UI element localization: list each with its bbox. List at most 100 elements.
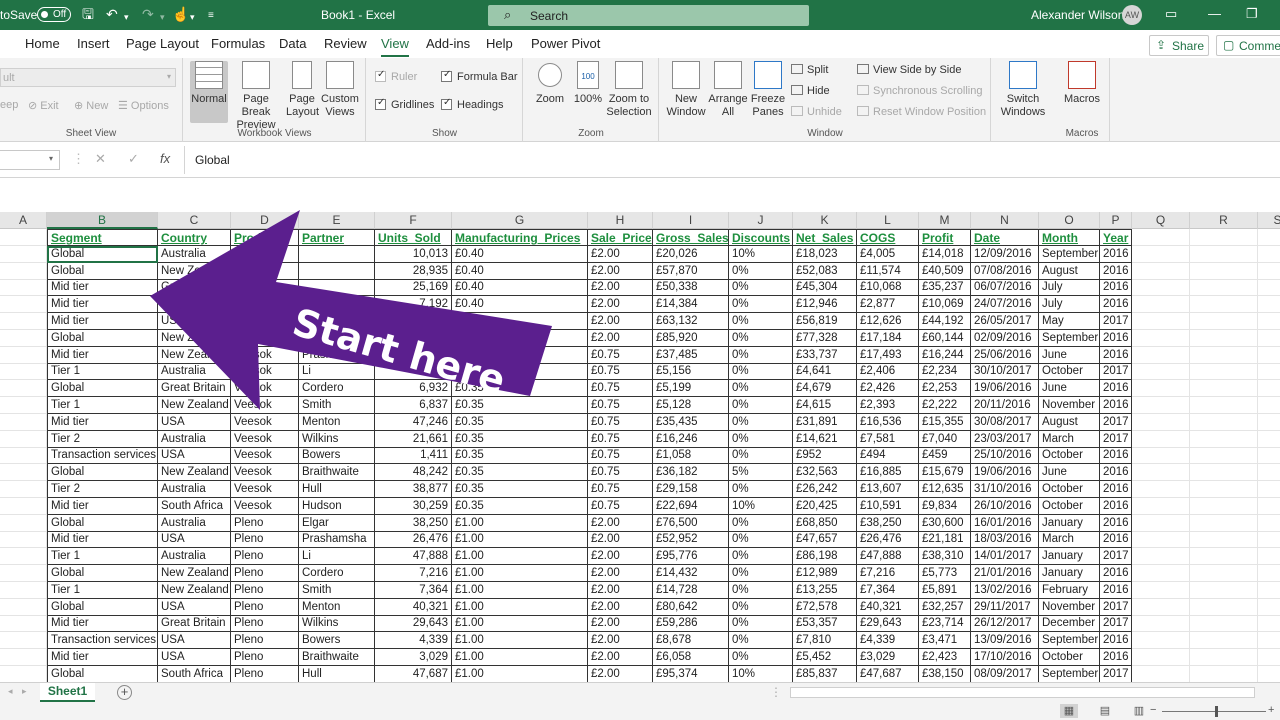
table-cell[interactable]: New Zealand — [158, 296, 231, 314]
table-cell[interactable]: 3,029 — [375, 649, 452, 666]
cell[interactable] — [1258, 313, 1280, 330]
table-cell[interactable]: 0% — [729, 565, 793, 582]
table-cell[interactable]: October — [1039, 363, 1100, 381]
drag-handle-icon[interactable]: ⋮ — [72, 151, 85, 167]
table-cell[interactable]: Mid tier — [47, 296, 158, 314]
column-title[interactable]: Year — [1100, 229, 1132, 246]
cell[interactable] — [1258, 414, 1280, 431]
cell[interactable] — [0, 430, 47, 448]
table-cell[interactable]: £53,357 — [793, 615, 857, 633]
cell[interactable] — [1190, 380, 1258, 398]
table-cell[interactable]: 02/09/2016 — [971, 329, 1039, 347]
table-cell[interactable]: 28,935 — [375, 262, 452, 280]
table-cell[interactable]: £16,536 — [857, 413, 919, 431]
tab-page-layout[interactable]: Page Layout — [126, 36, 199, 51]
table-cell[interactable]: £0.75 — [588, 413, 653, 431]
cell[interactable] — [1132, 598, 1190, 616]
table-cell[interactable]: £47,687 — [857, 665, 919, 682]
table-cell[interactable]: £2.00 — [588, 665, 653, 682]
table-cell[interactable]: £2.00 — [588, 329, 653, 347]
table-cell[interactable]: £1.00 — [452, 649, 588, 666]
tab-help[interactable]: Help — [486, 36, 513, 51]
cell[interactable] — [1132, 413, 1190, 431]
table-cell[interactable]: £14,384 — [653, 296, 729, 314]
table-cell[interactable]: £7,216 — [857, 565, 919, 582]
table-cell[interactable]: £0.75 — [588, 430, 653, 448]
table-cell[interactable]: £12,946 — [793, 296, 857, 314]
table-cell[interactable]: February — [1039, 581, 1100, 599]
cell[interactable] — [1258, 599, 1280, 616]
table-cell[interactable]: 2016 — [1100, 565, 1132, 582]
column-header-k[interactable]: K — [793, 212, 857, 229]
table-cell[interactable]: 21,661 — [375, 430, 452, 448]
enter-icon[interactable]: ✓ — [128, 151, 139, 167]
normal-view-button[interactable]: Normal — [190, 61, 228, 123]
table-cell[interactable]: 29,643 — [375, 615, 452, 633]
cell[interactable] — [1132, 464, 1190, 482]
column-header-d[interactable]: D — [231, 212, 299, 229]
cell[interactable] — [0, 665, 47, 682]
table-cell[interactable]: November — [1039, 397, 1100, 414]
cell[interactable] — [1258, 263, 1280, 280]
table-cell[interactable]: 13/02/2016 — [971, 581, 1039, 599]
table-cell[interactable]: £2.00 — [588, 296, 653, 314]
table-cell[interactable]: £10,591 — [857, 497, 919, 515]
cell[interactable] — [0, 380, 47, 398]
table-cell[interactable]: £12,635 — [919, 481, 971, 498]
column-header-h[interactable]: H — [588, 212, 653, 229]
sheet-tab[interactable]: Sheet1 — [40, 683, 95, 702]
table-cell[interactable]: Pleno — [231, 649, 299, 666]
cell[interactable] — [1132, 581, 1190, 599]
cell[interactable] — [1258, 279, 1280, 297]
table-cell[interactable]: 0% — [729, 481, 793, 498]
table-cell[interactable]: £1.00 — [452, 565, 588, 582]
table-cell[interactable]: £37,485 — [653, 346, 729, 364]
table-cell[interactable]: £0.75 — [588, 497, 653, 515]
table-cell[interactable]: £2.00 — [588, 649, 653, 666]
table-cell[interactable]: 0% — [729, 313, 793, 330]
cell[interactable] — [1132, 497, 1190, 515]
table-cell[interactable]: £13,255 — [793, 581, 857, 599]
table-cell[interactable]: Hull — [299, 665, 375, 682]
table-cell[interactable]: £59,286 — [653, 615, 729, 633]
table-cell[interactable]: £52,952 — [653, 531, 729, 549]
split-button[interactable]: Split — [791, 64, 828, 76]
table-cell[interactable]: £26,242 — [793, 481, 857, 498]
table-cell[interactable]: £0.35 — [452, 481, 588, 498]
table-cell[interactable]: 0% — [729, 514, 793, 532]
column-title[interactable]: Units_Sold — [375, 229, 452, 246]
table-cell[interactable]: 0% — [729, 632, 793, 650]
table-cell[interactable]: £16,246 — [653, 430, 729, 448]
zoom-slider[interactable] — [1162, 711, 1266, 712]
table-cell[interactable]: Australia — [158, 363, 231, 381]
cell[interactable] — [1258, 481, 1280, 498]
column-title[interactable]: COGS — [857, 229, 919, 246]
table-cell[interactable]: £45,304 — [793, 279, 857, 297]
table-cell[interactable]: £35,435 — [653, 413, 729, 431]
table-cell[interactable]: £0.75 — [588, 481, 653, 498]
table-cell[interactable]: £56,819 — [793, 313, 857, 330]
custom-views-button[interactable]: Custom Views — [320, 61, 360, 119]
cell[interactable] — [1190, 363, 1258, 381]
table-cell[interactable]: £4,005 — [857, 245, 919, 263]
column-header-g[interactable]: G — [452, 212, 588, 229]
table-cell[interactable]: Tier 1 — [47, 548, 158, 566]
cell[interactable] — [1190, 296, 1258, 314]
table-cell[interactable]: Transaction services — [47, 447, 158, 465]
cell[interactable] — [1258, 246, 1280, 263]
table-cell[interactable]: £40,509 — [919, 262, 971, 280]
cell[interactable] — [0, 615, 47, 633]
cell[interactable] — [1132, 397, 1190, 414]
table-cell[interactable]: £0.75 — [588, 447, 653, 465]
table-cell[interactable]: £2,877 — [857, 296, 919, 314]
table-cell[interactable]: £459 — [919, 447, 971, 465]
table-cell[interactable]: £2,423 — [919, 649, 971, 666]
table-cell[interactable]: Pleno — [231, 262, 299, 280]
table-cell[interactable]: 2016 — [1100, 481, 1132, 498]
cell[interactable] — [1190, 481, 1258, 498]
table-cell[interactable]: £2.00 — [588, 313, 653, 330]
column-title[interactable]: Sale_Price — [588, 229, 653, 246]
table-cell[interactable]: 12/09/2016 — [971, 245, 1039, 263]
table-cell[interactable]: £15,679 — [919, 464, 971, 482]
cell[interactable] — [1190, 598, 1258, 616]
